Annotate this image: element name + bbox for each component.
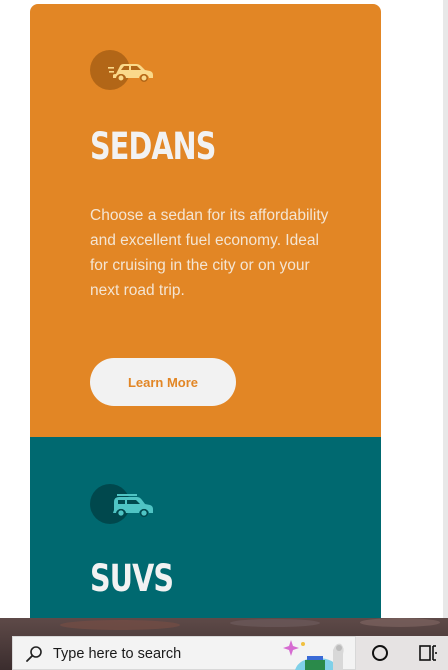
taskbar-search-box[interactable]: Type here to search bbox=[12, 636, 356, 670]
sedan-card: SEDANS Choose a sedan for its affordabil… bbox=[30, 4, 381, 437]
taskbar-tray bbox=[356, 636, 448, 670]
search-placeholder: Type here to search bbox=[53, 646, 182, 662]
page: SEDANS Choose a sedan for its affordabil… bbox=[0, 0, 448, 670]
task-view-icon[interactable] bbox=[418, 643, 438, 663]
sedan-car-glyph bbox=[108, 64, 153, 82]
suv-card: SUVS bbox=[30, 437, 381, 618]
cortana-icon[interactable] bbox=[370, 643, 390, 663]
suv-car-icon bbox=[90, 484, 156, 524]
card-title: SUVS bbox=[90, 557, 174, 600]
scrollbar-track[interactable] bbox=[443, 0, 448, 618]
suv-car-glyph bbox=[113, 494, 153, 518]
search-icon bbox=[26, 646, 42, 662]
search-highlight-illustration-icon bbox=[283, 640, 344, 670]
card-description: Choose a sedan for its affordability and… bbox=[90, 207, 329, 299]
card-stack: SEDANS Choose a sedan for its affordabil… bbox=[30, 4, 381, 618]
learn-more-button[interactable]: Learn More bbox=[90, 358, 236, 406]
sedan-car-icon bbox=[90, 50, 156, 90]
card-title: SEDANS bbox=[90, 125, 216, 168]
